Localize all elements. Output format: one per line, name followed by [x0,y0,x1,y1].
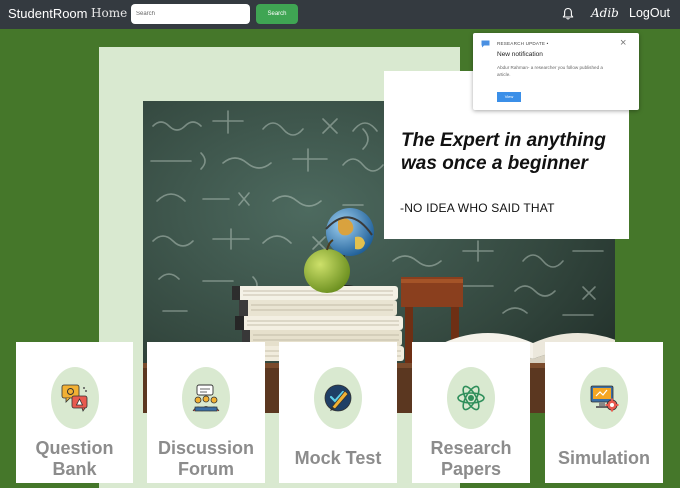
search-input[interactable] [131,4,250,24]
card-label: Discussion Forum [157,438,255,479]
bell-icon[interactable] [561,7,575,21]
card-label: Question Bank [35,438,114,479]
navbar: StudentRoom Home Search Adib LogOut [0,0,680,29]
card-icon-circle [580,367,628,429]
notification-popup: RESEARCH UPDATE • × New notification Abd… [473,33,639,110]
card-mock-test[interactable]: Mock Test [279,342,397,483]
card-label: Research Papers [430,438,512,479]
brand-logo[interactable]: StudentRoom [8,6,88,21]
card-discussion-forum[interactable]: Discussion Forum [147,342,265,483]
discussion-icon [192,384,220,412]
pencil-test-icon [324,384,352,412]
notification-view-button[interactable]: View [497,92,521,102]
card-research-papers[interactable]: Research Papers [412,342,530,483]
user-name-link[interactable]: Adib [591,6,619,20]
notification-title: New notification [497,51,543,58]
search-button[interactable]: Search [256,4,298,24]
close-icon[interactable]: × [620,38,626,49]
logout-link[interactable]: LogOut [629,6,670,20]
monitor-gear-icon [590,385,619,412]
card-question-bank[interactable]: Question Bank [16,342,133,483]
chat-icon [481,40,490,48]
card-simulation[interactable]: Simulation [545,342,663,483]
card-label: Simulation [557,448,650,468]
card-label: Mock Test [294,448,382,468]
card-icon-circle [50,367,99,429]
card-icon-circle [314,367,362,429]
quote-text: The Expert in anything was once a beginn… [401,130,606,174]
atom-icon [457,385,485,411]
notification-category: RESEARCH UPDATE • [497,41,549,46]
quote-author: -NO IDEA WHO SAID THAT [400,201,555,215]
nav-home-link[interactable]: Home [91,6,127,20]
card-icon-circle [182,367,230,429]
question-chat-icon [61,384,87,412]
card-icon-circle [447,367,495,429]
notification-body: Abdur Rahman- a researcher you follow pu… [497,65,603,77]
